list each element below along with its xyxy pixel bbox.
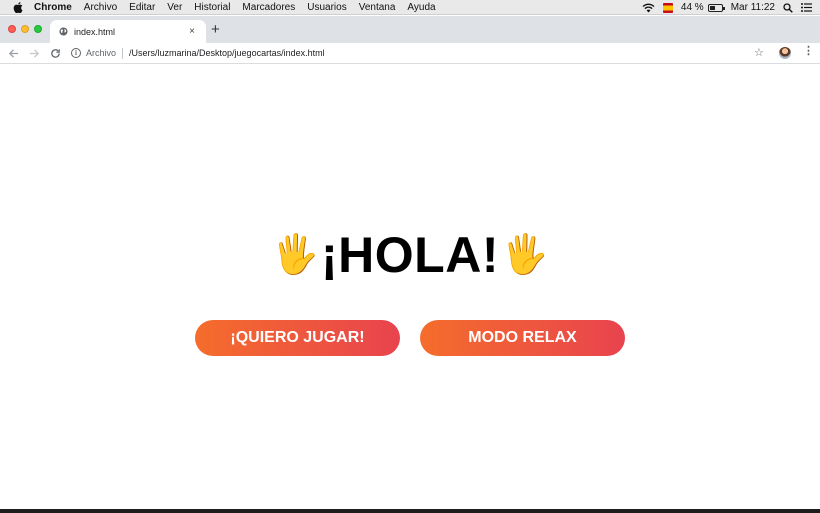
status-area: 44 % Mar 11:22 bbox=[634, 0, 812, 15]
bookmark-star-icon[interactable]: ☆ bbox=[754, 46, 764, 59]
keyboard-flag-icon[interactable] bbox=[662, 2, 673, 13]
new-tab-button[interactable]: + bbox=[211, 22, 220, 38]
close-window-button[interactable] bbox=[8, 25, 16, 33]
macos-menubar: Chrome Archivo Editar Ver Historial Marc… bbox=[0, 0, 820, 15]
window-controls bbox=[8, 25, 47, 33]
tab-index-html[interactable]: index.html × bbox=[50, 20, 206, 43]
forward-arrow-icon[interactable] bbox=[28, 47, 40, 59]
spotlight-search-icon[interactable] bbox=[783, 2, 793, 13]
menu-ver[interactable]: Ver bbox=[167, 2, 182, 13]
omnibox-divider bbox=[122, 47, 124, 59]
back-arrow-icon[interactable] bbox=[7, 47, 19, 59]
menu-archivo[interactable]: Archivo bbox=[84, 2, 117, 13]
raised-hand-icon: 🖐 bbox=[271, 234, 320, 276]
chrome-menu-icon[interactable]: ⋮ bbox=[803, 46, 814, 57]
battery-percent: 44 % bbox=[680, 2, 704, 13]
menu-ventana[interactable]: Ventana bbox=[359, 2, 396, 13]
reload-icon[interactable] bbox=[49, 47, 61, 59]
minimize-window-button[interactable] bbox=[21, 25, 29, 33]
tab-title: index.html bbox=[74, 26, 116, 37]
browser-toolbar: i Archivo /Users/luzmarina/Desktop/juego… bbox=[0, 43, 820, 64]
battery-icon[interactable] bbox=[707, 3, 725, 12]
play-button[interactable]: ¡QUIERO JUGAR! bbox=[195, 320, 400, 356]
greeting-heading: 🖐 ¡HOLA! 🖐 bbox=[0, 225, 820, 285]
url-text[interactable]: /Users/luzmarina/Desktop/juegocartas/ind… bbox=[129, 48, 325, 58]
notification-center-icon[interactable] bbox=[801, 3, 812, 12]
menu-ayuda[interactable]: Ayuda bbox=[407, 2, 435, 13]
menu-historial[interactable]: Historial bbox=[194, 2, 230, 13]
apple-icon[interactable] bbox=[12, 1, 24, 13]
globe-icon bbox=[59, 27, 68, 36]
scheme-label: Archivo bbox=[86, 48, 117, 58]
site-info-icon[interactable]: i bbox=[71, 48, 81, 58]
clock[interactable]: Mar 11:22 bbox=[731, 2, 775, 13]
menu-marcadores[interactable]: Marcadores bbox=[242, 2, 295, 13]
menu-editar[interactable]: Editar bbox=[129, 2, 155, 13]
relax-mode-button[interactable]: MODO RELAX bbox=[420, 320, 625, 356]
hola-heading: ¡HOLA! bbox=[321, 227, 499, 283]
raised-hand-icon: 🖐 bbox=[500, 234, 549, 276]
wifi-icon[interactable] bbox=[642, 3, 655, 13]
maximize-window-button[interactable] bbox=[34, 25, 42, 33]
menu-list: Chrome Archivo Editar Ver Historial Marc… bbox=[34, 2, 448, 13]
menu-usuarios[interactable]: Usuarios bbox=[307, 2, 346, 13]
address-bar[interactable]: i Archivo /Users/luzmarina/Desktop/juego… bbox=[71, 45, 771, 62]
page-content: 🖐 ¡HOLA! 🖐 ¡QUIERO JUGAR! MODO RELAX bbox=[0, 65, 820, 509]
profile-avatar[interactable] bbox=[779, 47, 791, 59]
tab-strip: index.html × + bbox=[0, 16, 820, 43]
window-bottom-edge bbox=[0, 509, 820, 513]
tab-close-icon[interactable]: × bbox=[186, 26, 198, 37]
menu-app-chrome[interactable]: Chrome bbox=[34, 2, 72, 13]
